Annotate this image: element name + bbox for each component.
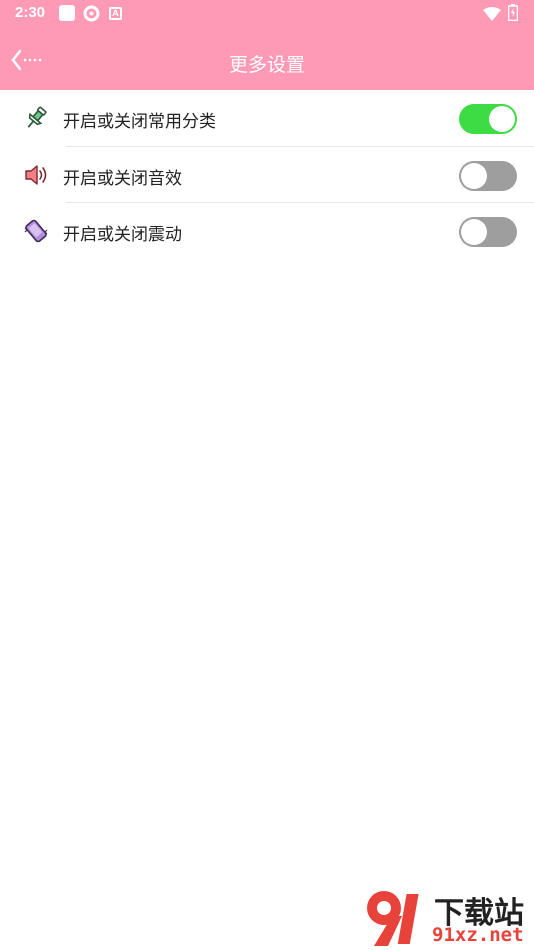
vibration-toggle[interactable] (459, 217, 517, 248)
status-bar: 2:30 A (0, 0, 534, 28)
setting-row-sound: 开启或关闭音效 (0, 147, 534, 204)
vibrate-icon (23, 218, 49, 244)
wifi-icon (483, 6, 501, 25)
status-time: 2:30 (15, 4, 46, 21)
setting-row-common-categories: 开启或关闭常用分类 (0, 90, 534, 147)
gear-icon (83, 5, 100, 26)
page-title: 更多设置 (228, 54, 305, 76)
setting-label: 开启或关闭音效 (63, 168, 182, 189)
speaker-icon (23, 162, 49, 188)
app-bar: 更多设置 (0, 28, 534, 90)
watermark-domain: 91xz.net (432, 924, 524, 946)
pin-icon (23, 105, 49, 131)
square-icon (59, 5, 75, 21)
a-icon: A (109, 7, 122, 20)
watermark-logo-icon (367, 891, 419, 946)
battery-icon (507, 4, 519, 25)
toggle-knob (461, 219, 487, 246)
common-categories-toggle[interactable] (459, 104, 517, 134)
toggle-knob (461, 162, 487, 189)
toggle-knob (489, 106, 515, 132)
settings-list: 开启或关闭常用分类 开启或关闭音效 开启或关闭震动 (0, 90, 534, 260)
setting-label: 开启或关闭常用分类 (63, 112, 216, 132)
setting-row-vibration: 开启或关闭震动 (0, 203, 534, 260)
setting-label: 开启或关闭震动 (63, 225, 182, 246)
watermark: 下载站 91xz.net (362, 886, 532, 948)
sound-toggle[interactable] (459, 160, 517, 191)
